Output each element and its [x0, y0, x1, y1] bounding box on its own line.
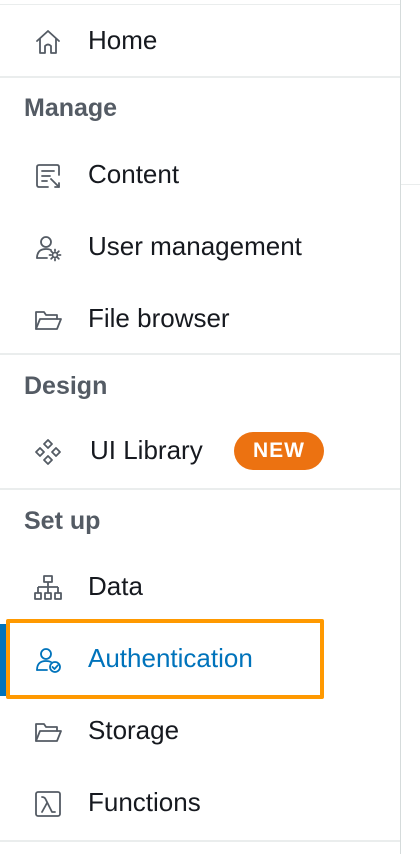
- nav-item-label: Home: [88, 25, 158, 55]
- side-navigation: Home Manage Content User management File…: [0, 0, 400, 854]
- nav-item-label: Storage: [88, 715, 180, 745]
- nav-item-storage[interactable]: Storage: [0, 702, 400, 758]
- nav-item-ui-library[interactable]: UI Library: [0, 422, 400, 478]
- nav-item-data[interactable]: Data: [0, 558, 400, 614]
- app-page: Home Manage Content User management File…: [0, 0, 420, 854]
- nav-item-label: File browser: [88, 303, 230, 333]
- nav-item-label: Functions: [88, 787, 201, 817]
- ui-library-icon: [30, 434, 66, 470]
- user-gear-icon: [30, 230, 66, 266]
- divider: [401, 184, 420, 185]
- folder-icon: [30, 714, 66, 750]
- section-title-design: Design: [24, 372, 108, 400]
- divider: [0, 840, 400, 842]
- new-badge: NEW: [234, 432, 324, 470]
- home-icon: [30, 24, 66, 60]
- nav-item-home[interactable]: Home: [0, 12, 400, 68]
- divider: [0, 353, 400, 355]
- content-icon: [30, 158, 66, 194]
- nav-item-functions[interactable]: Functions: [0, 774, 400, 830]
- divider: [0, 76, 400, 78]
- section-title-manage: Manage: [24, 94, 118, 122]
- main-content-edge: [400, 0, 420, 854]
- nav-item-file-browser[interactable]: File browser: [0, 290, 400, 346]
- lambda-icon: [30, 786, 66, 822]
- nav-item-user-management[interactable]: User management: [0, 218, 400, 274]
- nav-item-label: Content: [88, 159, 180, 189]
- folder-icon: [30, 302, 66, 338]
- hierarchy-icon: [30, 570, 66, 606]
- divider: [0, 488, 400, 490]
- nav-item-label: User management: [88, 231, 302, 261]
- nav-item-content[interactable]: Content: [0, 146, 400, 202]
- top-divider: [0, 4, 400, 5]
- nav-item-label: UI Library: [90, 435, 203, 465]
- nav-item-label: Data: [88, 571, 143, 601]
- highlight-box: [6, 619, 324, 699]
- section-title-setup: Set up: [24, 507, 101, 535]
